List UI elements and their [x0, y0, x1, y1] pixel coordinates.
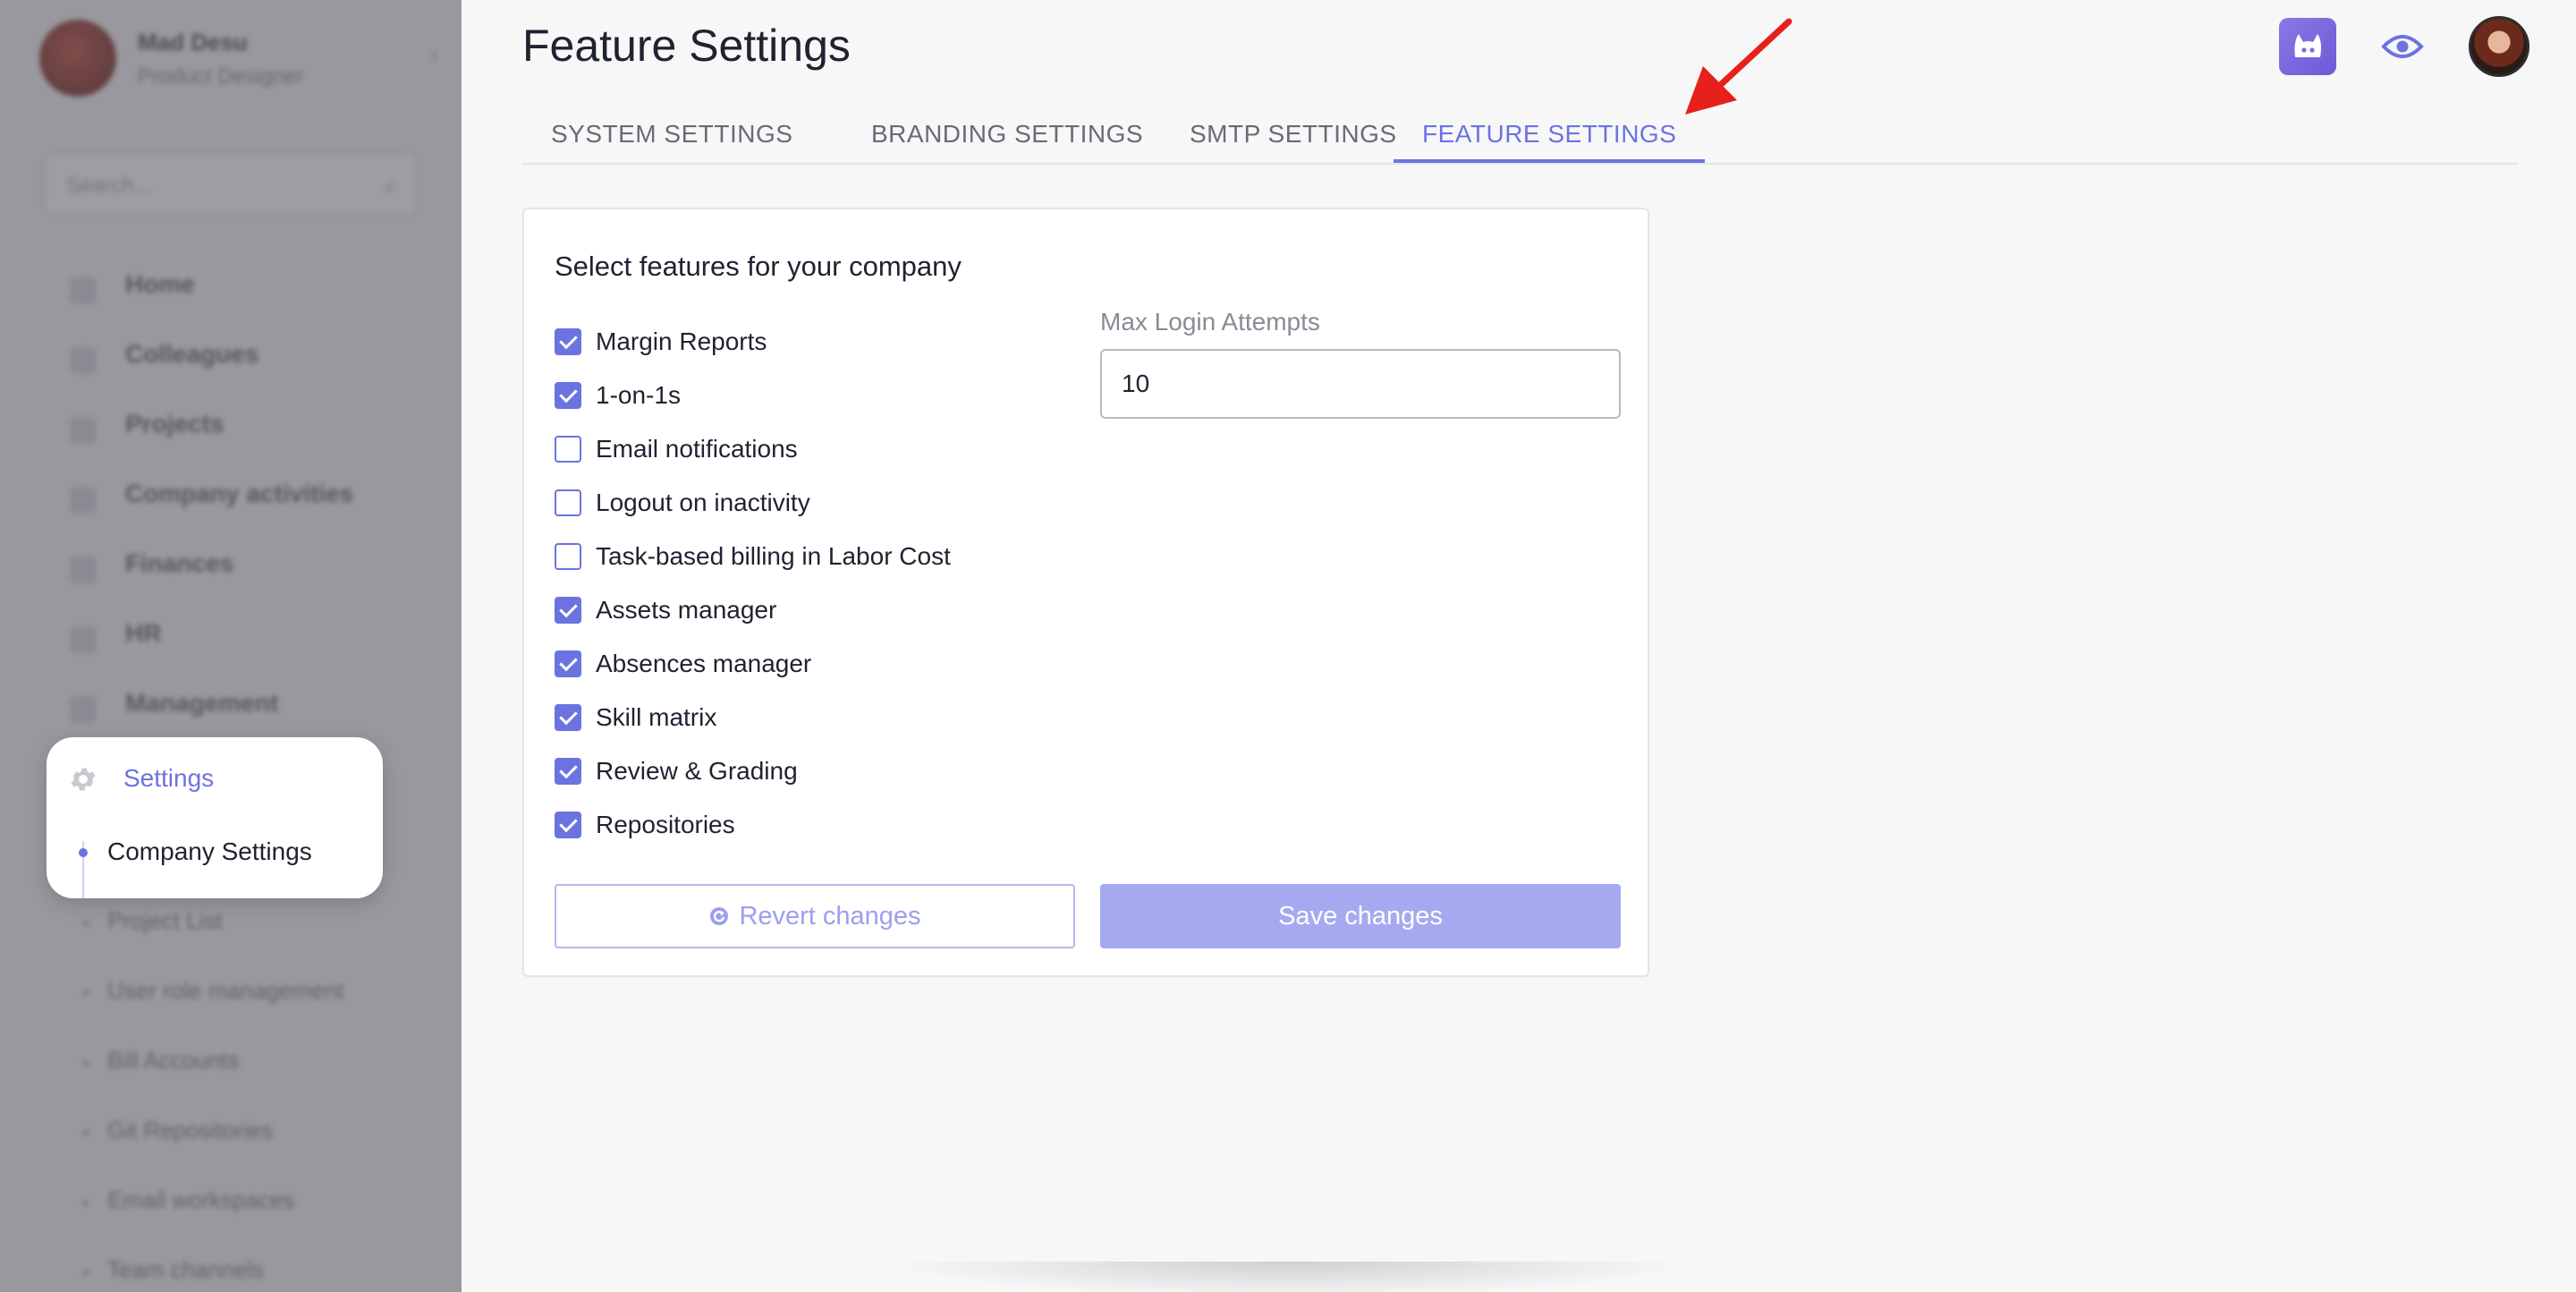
- bottom-shadow: [886, 1262, 1690, 1292]
- revert-changes-label: Revert changes: [739, 901, 921, 931]
- sidebar-dim-overlay: [0, 0, 462, 1292]
- feature-assets-manager[interactable]: Assets manager: [555, 583, 1055, 637]
- checkbox[interactable]: [555, 328, 581, 355]
- eye-icon[interactable]: [2381, 29, 2424, 64]
- feature-settings-card: Select features for your company Margin …: [522, 208, 1649, 977]
- feature-email-notifications[interactable]: Email notifications: [555, 422, 1055, 476]
- checkbox[interactable]: [555, 489, 581, 516]
- feature-label: Margin Reports: [596, 327, 767, 355]
- feature-review-grading[interactable]: Review & Grading: [555, 744, 1055, 798]
- checkbox[interactable]: [555, 382, 581, 409]
- feature-margin-reports[interactable]: Margin Reports: [555, 315, 1055, 369]
- checkbox[interactable]: [555, 436, 581, 463]
- feature-skill-matrix[interactable]: Skill matrix: [555, 691, 1055, 744]
- save-changes-button[interactable]: Save changes: [1100, 884, 1621, 948]
- feature-label: Repositories: [596, 811, 735, 838]
- settings-highlight-card: Settings Company Settings: [47, 737, 383, 898]
- checkbox[interactable]: [555, 812, 581, 838]
- settings-tabs: SYSTEM SETTINGS BRANDING SETTINGS SMTP S…: [522, 107, 2519, 165]
- feature-label: Review & Grading: [596, 757, 798, 785]
- feature-repositories[interactable]: Repositories: [555, 798, 1055, 852]
- gear-icon: [71, 768, 96, 791]
- feature-list: Margin Reports 1-on-1s Email notificatio…: [555, 315, 1055, 852]
- annotation-arrow-icon: [1685, 18, 1792, 115]
- feature-label: Logout on inactivity: [596, 489, 810, 516]
- feature-label: Skill matrix: [596, 703, 717, 731]
- sidebar-subitem-company-settings[interactable]: Company Settings: [107, 837, 312, 866]
- feature-absences-manager[interactable]: Absences manager: [555, 637, 1055, 691]
- tab-branding-settings[interactable]: BRANDING SETTINGS: [843, 115, 1172, 163]
- checkbox[interactable]: [555, 543, 581, 570]
- card-title: Select features for your company: [555, 251, 962, 282]
- feature-logout-on-inactivity[interactable]: Logout on inactivity: [555, 476, 1055, 530]
- feature-1-on-1s[interactable]: 1-on-1s: [555, 369, 1055, 422]
- feature-label: Assets manager: [596, 596, 777, 624]
- app-logo-icon[interactable]: [2279, 18, 2336, 75]
- checkbox[interactable]: [555, 597, 581, 624]
- revert-icon: [710, 907, 729, 925]
- tab-system-settings[interactable]: SYSTEM SETTINGS: [522, 115, 821, 163]
- max-login-attempts-input[interactable]: [1100, 349, 1621, 419]
- max-login-attempts-label: Max Login Attempts: [1100, 308, 1320, 336]
- feature-label: 1-on-1s: [596, 381, 681, 409]
- feature-task-based-billing[interactable]: Task-based billing in Labor Cost: [555, 530, 1055, 583]
- checkbox[interactable]: [555, 704, 581, 731]
- tab-feature-settings[interactable]: FEATURE SETTINGS: [1394, 115, 1706, 163]
- sidebar-item-settings[interactable]: Settings: [123, 764, 214, 793]
- revert-changes-button[interactable]: Revert changes: [555, 884, 1075, 948]
- feature-label: Email notifications: [596, 435, 798, 463]
- sidebar: Mad Desu Product Designer ‹ Search... ⌕ …: [0, 0, 462, 1292]
- active-dot: [79, 848, 88, 857]
- avatar[interactable]: [2469, 16, 2529, 77]
- page-title: Feature Settings: [522, 21, 851, 71]
- feature-label: Absences manager: [596, 650, 812, 677]
- tab-smtp-settings[interactable]: SMTP SETTINGS: [1161, 115, 1426, 163]
- checkbox[interactable]: [555, 650, 581, 677]
- checkbox[interactable]: [555, 758, 581, 785]
- cat-logo-icon: [2294, 34, 2321, 57]
- feature-label: Task-based billing in Labor Cost: [596, 542, 951, 570]
